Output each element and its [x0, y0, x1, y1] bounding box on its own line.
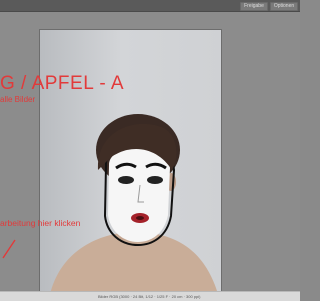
- overlay-subtitle: alle Bilder: [0, 95, 36, 104]
- share-button[interactable]: Freigabe: [240, 2, 268, 11]
- photo-frame[interactable]: [39, 29, 222, 295]
- overlay-title: G / APFEL - A: [0, 73, 125, 94]
- overlay-hint[interactable]: arbeitung hier klicken: [0, 218, 80, 228]
- options-button[interactable]: Optionen: [270, 2, 298, 11]
- arrow-icon: [2, 239, 16, 259]
- portrait-image: [50, 114, 218, 294]
- status-text: Bilder RGB (3000 · 24 Bit, 1/12 · 1/25 F…: [98, 294, 201, 299]
- top-toolbar: Freigabe Optionen: [0, 0, 300, 12]
- image-canvas[interactable]: G / APFEL - A alle Bilder arbeitung hier…: [0, 12, 300, 298]
